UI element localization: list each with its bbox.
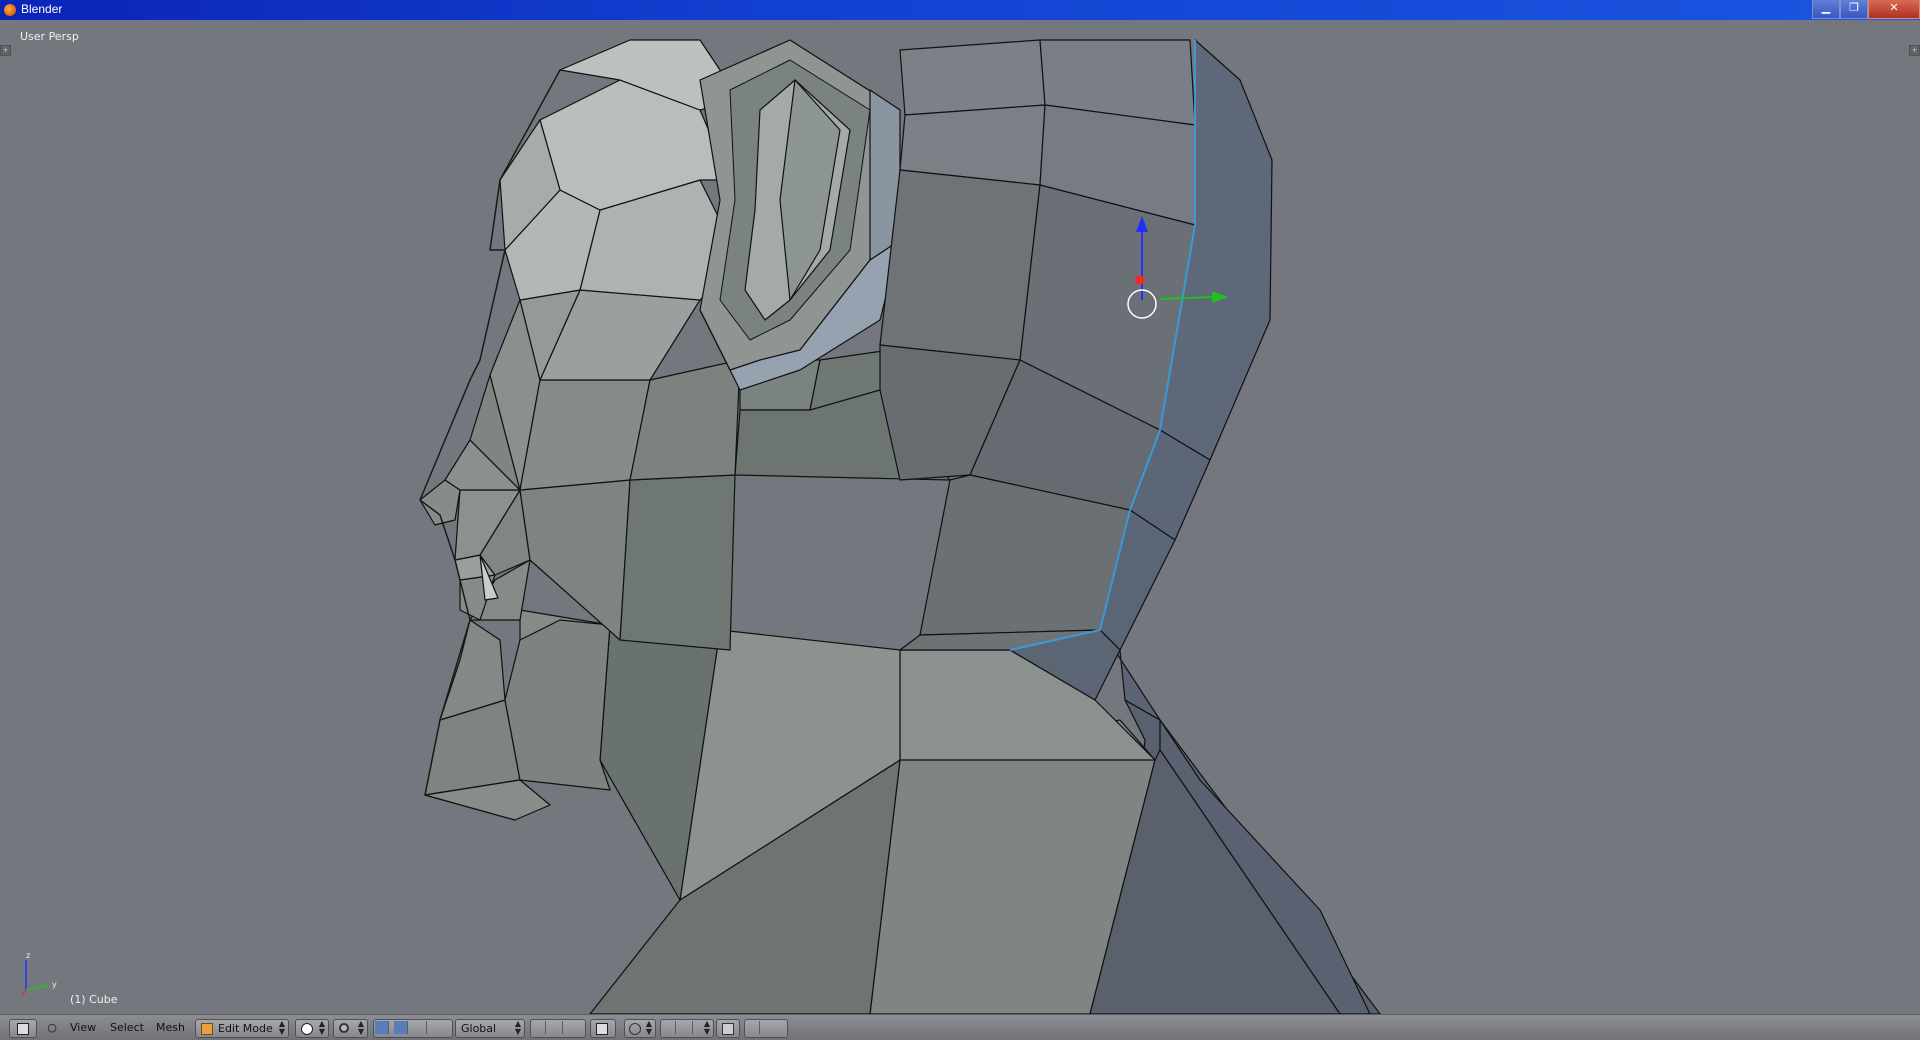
- minimize-button[interactable]: ▁: [1812, 0, 1840, 19]
- transform-orientation-dropdown[interactable]: Global ▲ ▼: [455, 1019, 525, 1038]
- render-buttons[interactable]: [744, 1019, 788, 1038]
- window-titlebar: Blender ▁ ❐ ✕: [0, 0, 1920, 20]
- mesh-face: [519, 379, 651, 491]
- edit-mode-icon: [201, 1023, 213, 1035]
- manipulator-toggles[interactable]: [373, 1019, 453, 1038]
- mode-label: Edit Mode: [218, 1022, 273, 1035]
- x-axis-dot-icon: [1135, 275, 1145, 285]
- menu-view[interactable]: View: [66, 1019, 100, 1036]
- close-button[interactable]: ✕: [1868, 0, 1920, 19]
- translate-manipulator-icon[interactable]: [394, 1021, 408, 1034]
- view-name-label: User Persp: [20, 30, 79, 43]
- dropdown-arrows-icon: ▲ ▼: [514, 1019, 521, 1036]
- snap-icon[interactable]: [662, 1021, 676, 1034]
- blender-logo-icon: [4, 4, 16, 16]
- snap-target-icon: [722, 1023, 734, 1035]
- render-animation-icon[interactable]: [766, 1021, 779, 1034]
- solid-shading-icon: [301, 1023, 313, 1035]
- viewport-shading-dropdown[interactable]: ▲ ▼: [295, 1019, 329, 1038]
- editor-type-button[interactable]: [9, 1019, 37, 1038]
- axis-gizmo-icon: z y: [21, 951, 57, 997]
- occlude-geometry-button[interactable]: [590, 1019, 616, 1038]
- orientation-label: Global: [461, 1022, 497, 1035]
- header-menu-toggle-icon[interactable]: ○: [46, 1019, 58, 1036]
- proportional-edit-icon: [629, 1023, 641, 1035]
- mesh-face: [619, 474, 736, 651]
- snap-target-button[interactable]: [716, 1019, 740, 1038]
- mesh-face: [504, 619, 611, 791]
- scale-manipulator-icon[interactable]: [432, 1021, 445, 1034]
- active-object-label: (1) Cube: [70, 993, 118, 1006]
- manipulator-toggle-icon[interactable]: [375, 1021, 389, 1034]
- menu-mesh[interactable]: Mesh: [152, 1019, 189, 1036]
- maximize-button[interactable]: ❐: [1840, 0, 1868, 19]
- region-toggle-left-icon[interactable]: +: [0, 45, 11, 56]
- dropdown-arrows-icon: ▲ ▼: [357, 1019, 364, 1036]
- 3d-view-icon: [17, 1023, 29, 1035]
- face-select-icon[interactable]: [566, 1021, 579, 1034]
- snap-toggles[interactable]: ▲ ▼: [660, 1019, 714, 1038]
- mesh-face: [879, 169, 1041, 361]
- pivot-point-dropdown[interactable]: ▲ ▼: [333, 1019, 368, 1038]
- edge-select-icon[interactable]: [549, 1021, 563, 1034]
- mode-dropdown[interactable]: Edit Mode ▲ ▼: [195, 1019, 289, 1038]
- mesh-face: [424, 699, 521, 796]
- pivot-point-icon: [339, 1023, 349, 1033]
- window-title: Blender: [21, 2, 63, 16]
- snap-element-icon[interactable]: [679, 1021, 693, 1034]
- dropdown-arrows-icon: ▲ ▼: [645, 1019, 652, 1036]
- svg-text:z: z: [26, 951, 30, 960]
- occlude-geometry-icon: [596, 1023, 608, 1035]
- 3d-viewport[interactable]: z y User Persp (1) Cube + +: [0, 20, 1920, 1014]
- render-opengl-icon[interactable]: [746, 1021, 760, 1034]
- vertex-select-icon[interactable]: [532, 1021, 546, 1034]
- rotate-manipulator-icon[interactable]: [413, 1021, 427, 1034]
- mesh-face: [899, 649, 1156, 761]
- dropdown-arrows-icon: ▲ ▼: [278, 1019, 285, 1036]
- region-toggle-right-icon[interactable]: +: [1909, 45, 1920, 56]
- mesh-render[interactable]: z y: [0, 20, 1920, 1014]
- dropdown-arrows-icon: ▲ ▼: [703, 1019, 710, 1036]
- select-mode-toggles[interactable]: [530, 1019, 586, 1038]
- svg-text:y: y: [52, 980, 57, 989]
- proportional-edit-dropdown[interactable]: ▲ ▼: [624, 1019, 656, 1038]
- 3d-view-header: ○ View Select Mesh Edit Mode ▲ ▼ ▲ ▼ ▲ ▼ Gl…: [0, 1014, 1920, 1040]
- menu-select[interactable]: Select: [106, 1019, 148, 1036]
- dropdown-arrows-icon: ▲ ▼: [318, 1019, 325, 1036]
- mesh-face: [899, 39, 1046, 116]
